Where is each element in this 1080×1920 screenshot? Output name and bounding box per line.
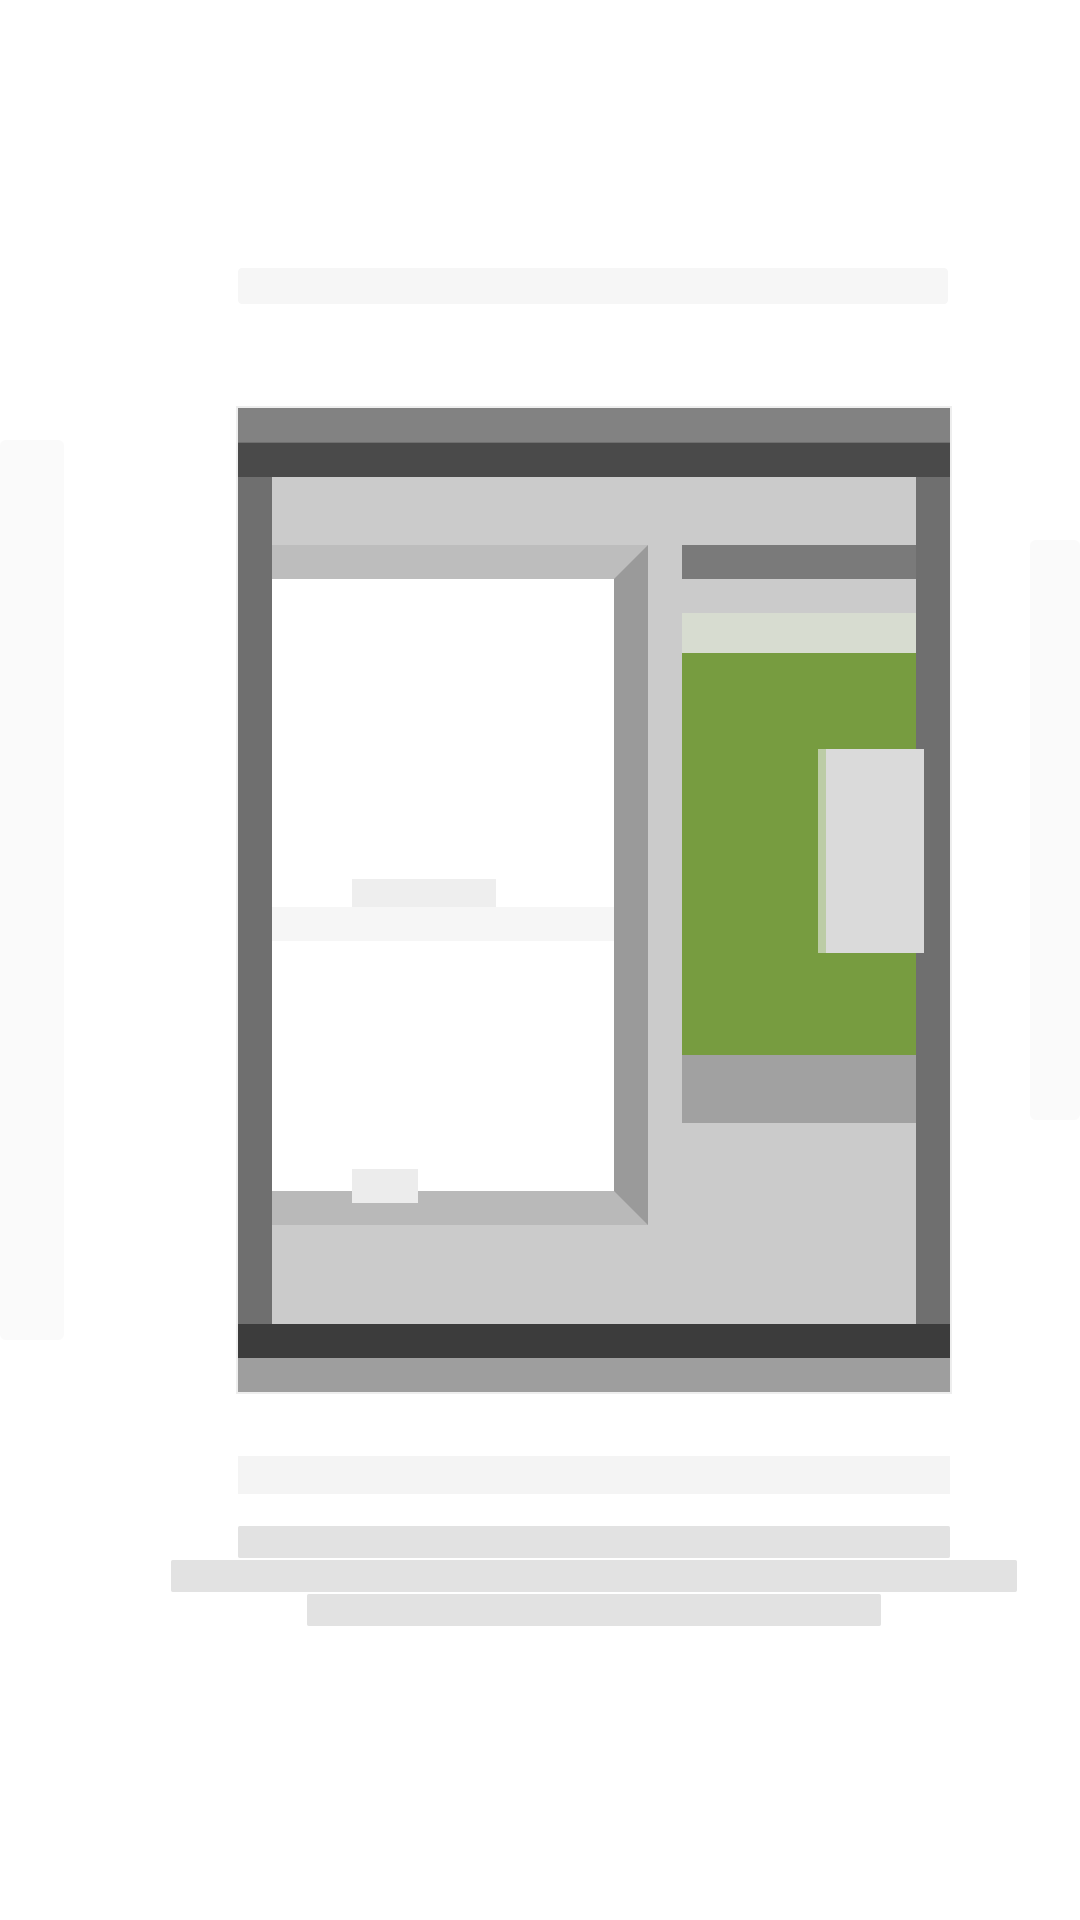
device-top-bezel xyxy=(238,443,950,477)
document-panel xyxy=(272,545,648,1225)
highlight-card xyxy=(682,613,924,1123)
slide-caption xyxy=(238,1456,950,1494)
description-line-3 xyxy=(307,1594,881,1626)
slide-heading xyxy=(238,268,948,304)
description-line-2 xyxy=(171,1560,1017,1592)
description-line-1 xyxy=(238,1526,950,1558)
highlight-card-header xyxy=(682,613,916,653)
highlight-card-footer xyxy=(682,1055,916,1123)
side-panel-header xyxy=(682,545,916,579)
document-divider xyxy=(272,907,614,941)
device-illustration xyxy=(238,408,950,1392)
document-tag xyxy=(352,1169,418,1203)
onboarding-screen xyxy=(0,0,1080,1920)
device-screen xyxy=(238,443,950,1358)
previous-slide-preview[interactable] xyxy=(0,440,64,1340)
slide-description xyxy=(170,1526,1018,1636)
device-bottom-bezel xyxy=(238,1324,950,1358)
next-slide-preview[interactable] xyxy=(1030,540,1080,1120)
highlight-card-image xyxy=(818,749,924,953)
